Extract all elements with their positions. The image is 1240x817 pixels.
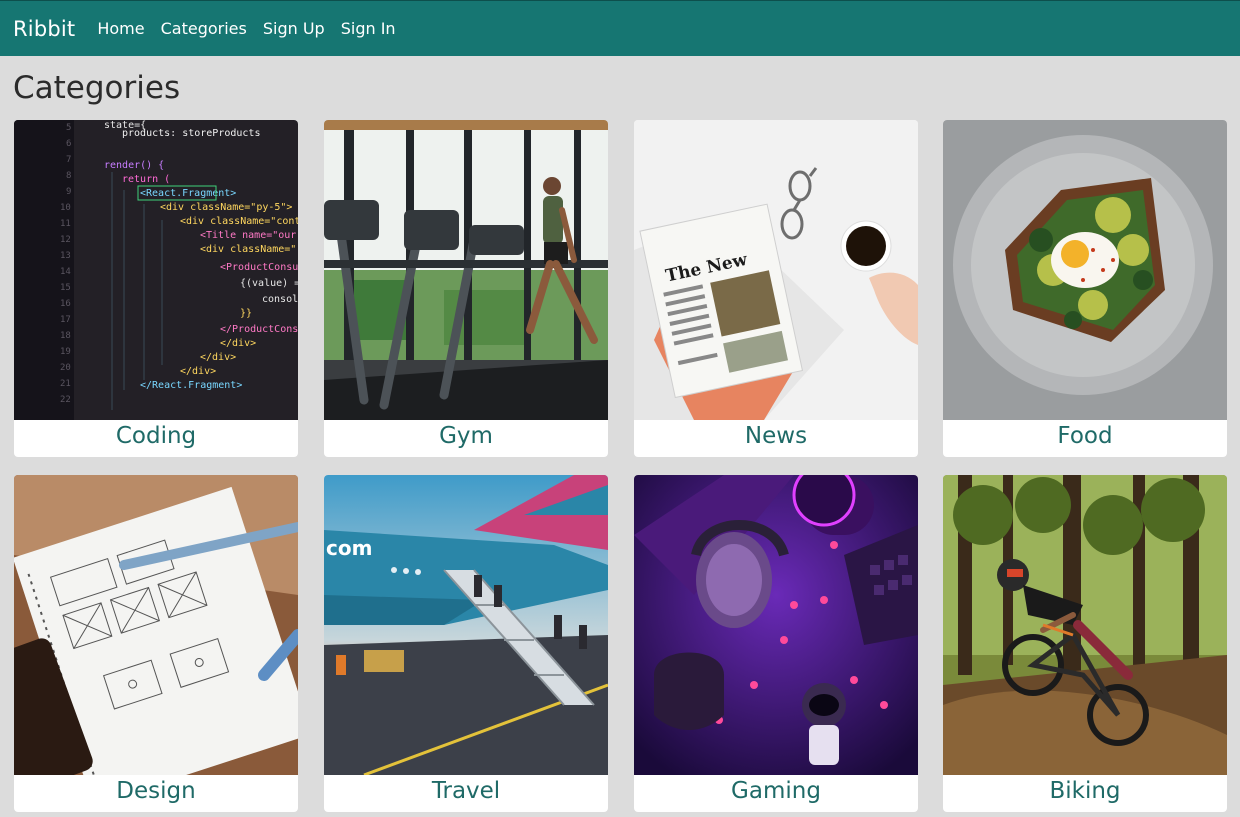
svg-text:17: 17 — [60, 315, 71, 325]
code-line: <div className="contain — [180, 216, 298, 227]
code-line: </div> — [180, 366, 216, 377]
category-card-food[interactable]: Food — [943, 120, 1227, 457]
svg-text:19: 19 — [60, 347, 71, 357]
category-card-design[interactable]: Design — [14, 475, 298, 812]
category-image-food — [943, 120, 1227, 420]
category-label-biking: Biking — [1049, 778, 1121, 804]
svg-text:10: 10 — [60, 203, 71, 213]
category-image-travel: com — [324, 475, 608, 775]
code-line: }} — [240, 308, 252, 319]
code-line: products: storeProducts — [122, 128, 260, 139]
svg-text:14: 14 — [60, 267, 71, 277]
svg-text:12: 12 — [60, 235, 71, 245]
svg-text:13: 13 — [60, 251, 71, 261]
svg-text:5: 5 — [66, 123, 71, 133]
svg-text:15: 15 — [60, 283, 71, 293]
code-line: {(value) => — [240, 278, 298, 289]
nav-link-sign-in[interactable]: Sign In — [341, 19, 396, 38]
category-image-news: The New — [634, 120, 918, 420]
code-line: <div className="row — [200, 244, 298, 255]
svg-text:18: 18 — [60, 331, 71, 341]
svg-text:20: 20 — [60, 363, 71, 373]
code-line: return ( — [122, 174, 170, 185]
category-card-gaming[interactable]: Gaming — [634, 475, 918, 812]
category-card-news[interactable]: The New News — [634, 120, 918, 457]
category-card-gym[interactable]: Gym — [324, 120, 608, 457]
code-line: </ProductConsum — [220, 324, 298, 335]
plane-text: com — [326, 536, 372, 560]
svg-text:9: 9 — [66, 187, 71, 197]
code-line: <React.Fragment> — [140, 188, 236, 199]
code-line: </div> — [220, 338, 256, 349]
code-line: </React.Fragment> — [140, 380, 242, 391]
category-label-travel: Travel — [431, 778, 501, 804]
category-image-gaming — [634, 475, 918, 775]
code-line: </div> — [200, 352, 236, 363]
code-line: <div className="py-5"> — [160, 202, 292, 213]
category-label-coding: Coding — [115, 423, 197, 449]
svg-text:7: 7 — [66, 155, 71, 165]
svg-text:22: 22 — [60, 395, 71, 405]
brand-logo[interactable]: Ribbit — [13, 17, 75, 41]
svg-text:11: 11 — [60, 219, 71, 229]
category-image-gym — [324, 120, 608, 420]
category-label-gym: Gym — [439, 423, 493, 449]
category-card-biking[interactable]: Biking — [943, 475, 1227, 812]
code-line: render() { — [104, 160, 164, 171]
category-image-coding: 567 8 9 10 11 12 13 14 15 16 17 18 19 20 21 22 sta… — [14, 120, 298, 420]
category-label-design: Design — [116, 778, 196, 804]
svg-text:8: 8 — [66, 171, 71, 181]
svg-text:21: 21 — [60, 379, 71, 389]
code-line: <ProductConsume — [220, 262, 298, 273]
category-card-coding[interactable]: 567 8 9 10 11 12 13 14 15 16 17 18 19 20 21 22 sta… — [14, 120, 298, 457]
code-line: consol — [262, 294, 298, 305]
svg-text:16: 16 — [60, 299, 71, 309]
svg-text:6: 6 — [66, 139, 71, 149]
page-title: Categories — [13, 70, 181, 106]
category-image-biking — [943, 475, 1227, 775]
category-card-travel[interactable]: com Travel — [324, 475, 608, 812]
category-label-news: News — [744, 423, 808, 449]
nav-link-sign-up[interactable]: Sign Up — [263, 19, 325, 38]
category-label-gaming: Gaming — [731, 778, 821, 804]
code-line: <Title name="our" t — [200, 230, 298, 241]
top-navbar: Ribbit Home Categories Sign Up Sign In — [0, 0, 1240, 56]
nav-link-home[interactable]: Home — [97, 19, 144, 38]
category-image-design — [14, 475, 298, 775]
category-label-food: Food — [1057, 423, 1113, 449]
nav-link-categories[interactable]: Categories — [161, 19, 247, 38]
